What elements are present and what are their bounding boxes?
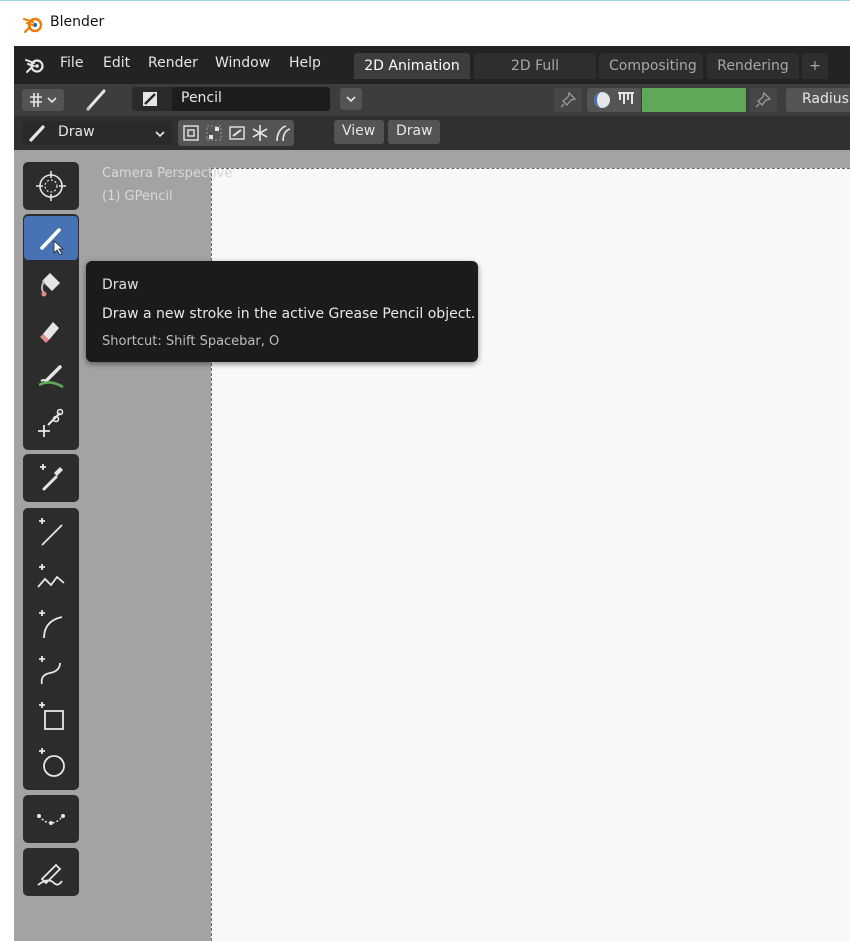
- tool-box[interactable]: [24, 694, 78, 738]
- circle-icon: [39, 748, 65, 777]
- tab-compositing[interactable]: Compositing: [599, 53, 703, 79]
- draw-icon: [40, 228, 65, 255]
- tool-draw[interactable]: [24, 216, 78, 260]
- tool-annotate[interactable]: [24, 850, 78, 894]
- brush-thumbnail-icon: [143, 92, 157, 106]
- tab-2d-full-canvas[interactable]: 2D Full Canvas: [474, 53, 596, 100]
- curve-icon: [39, 656, 61, 685]
- pin-button[interactable]: [554, 88, 582, 112]
- blender-app: File Edit Render Window Help 2D Animatio…: [14, 46, 850, 941]
- draw-mode-icon: [29, 125, 45, 142]
- interpolate-icon: [37, 814, 65, 825]
- cutter-icon: [38, 408, 64, 437]
- tool-polyline[interactable]: [24, 556, 78, 600]
- view-menu-label: View: [342, 123, 376, 139]
- material-preview-button[interactable]: [587, 88, 641, 112]
- tooltip-description: Draw a new stroke in the active Grease P…: [102, 306, 476, 322]
- tool-settings-header: Pencil Radius: [14, 84, 850, 116]
- snowflake-icon[interactable]: [251, 124, 269, 142]
- tool-erase[interactable]: [24, 308, 78, 352]
- top-menubar: File Edit Render Window Help 2D Animatio…: [14, 46, 850, 100]
- tool-cursor[interactable]: [24, 164, 78, 208]
- menu-render[interactable]: Render: [148, 55, 198, 71]
- view-menu-button[interactable]: View: [334, 120, 384, 144]
- chevron-down-icon: [155, 131, 165, 138]
- tool-eyedropper[interactable]: [24, 456, 78, 500]
- falloff-curve-icon[interactable]: [274, 124, 292, 142]
- line-icon: [39, 518, 63, 546]
- add-workspace-button[interactable]: +: [802, 53, 828, 79]
- select-points-icon[interactable]: [205, 124, 223, 142]
- material-sphere-icon: [594, 92, 610, 108]
- menu-edit[interactable]: Edit: [103, 55, 130, 71]
- menu-window[interactable]: Window: [215, 55, 270, 71]
- polyline-icon: [37, 564, 65, 588]
- mode-label: Draw: [58, 124, 95, 140]
- editor-type-icon: [30, 93, 57, 107]
- pin-icon: [560, 91, 577, 108]
- tool-curve[interactable]: [24, 648, 78, 692]
- menu-help[interactable]: Help: [289, 55, 321, 71]
- mode-dropdown[interactable]: Draw: [22, 121, 172, 145]
- filter-icon: [618, 92, 634, 104]
- editor-type-button[interactable]: [22, 89, 64, 111]
- select-strokes-icon[interactable]: [228, 124, 246, 142]
- viewport-header: Draw View Draw: [14, 116, 850, 150]
- brush-name-field[interactable]: Pencil: [172, 87, 330, 111]
- draw-menu-button[interactable]: Draw: [388, 120, 440, 144]
- color-swatch[interactable]: [642, 88, 746, 112]
- brush-name: Pencil: [181, 90, 222, 106]
- annotate-icon: [37, 863, 63, 886]
- tab-2d-animation[interactable]: 2D Animation: [354, 53, 470, 79]
- chevron-down-icon: [346, 96, 356, 103]
- tooltip-shortcut: Shortcut: Shift Spacebar, O: [102, 334, 280, 349]
- tool-tint[interactable]: [24, 354, 78, 398]
- tool-options-group: [178, 120, 294, 146]
- box-icon: [39, 702, 64, 730]
- tooltip-title: Draw: [102, 277, 139, 293]
- erase-icon: [40, 322, 59, 343]
- radius-field[interactable]: Radius: [786, 88, 850, 112]
- tool-line[interactable]: [24, 510, 78, 554]
- pin-color-button[interactable]: [749, 88, 777, 112]
- pencil-brush-icon[interactable]: [84, 88, 110, 112]
- tool-arc[interactable]: [24, 602, 78, 646]
- blender-menu-icon[interactable]: [24, 56, 46, 74]
- arc-icon: [39, 610, 63, 639]
- multiframe-icon[interactable]: [182, 124, 200, 142]
- tab-rendering[interactable]: Rendering: [707, 53, 799, 79]
- draw-tool-tooltip: Draw Draw a new stroke in the active Gre…: [86, 261, 478, 362]
- tool-cutter[interactable]: [24, 400, 78, 444]
- pin-icon: [755, 91, 772, 108]
- cursor-icon: [36, 171, 66, 201]
- camera-perspective-label: Camera Perspective: [102, 166, 233, 181]
- eyedropper-icon: [40, 464, 63, 491]
- tool-circle[interactable]: [24, 740, 78, 784]
- tool-fill[interactable]: [24, 262, 78, 306]
- window-titlebar: Blender: [0, 0, 850, 46]
- draw-menu-label: Draw: [396, 123, 433, 139]
- radius-label: Radius: [802, 91, 849, 107]
- brush-dropdown-button[interactable]: [340, 88, 362, 110]
- blender-logo-icon: [22, 17, 43, 34]
- object-name-label: (1) GPencil: [102, 189, 173, 204]
- menu-file[interactable]: File: [60, 55, 83, 71]
- tint-icon: [38, 365, 64, 389]
- tool-interpolate[interactable]: [24, 797, 78, 841]
- window-title: Blender: [50, 14, 105, 30]
- fill-icon: [41, 273, 60, 297]
- brush-selector[interactable]: Pencil: [132, 87, 330, 111]
